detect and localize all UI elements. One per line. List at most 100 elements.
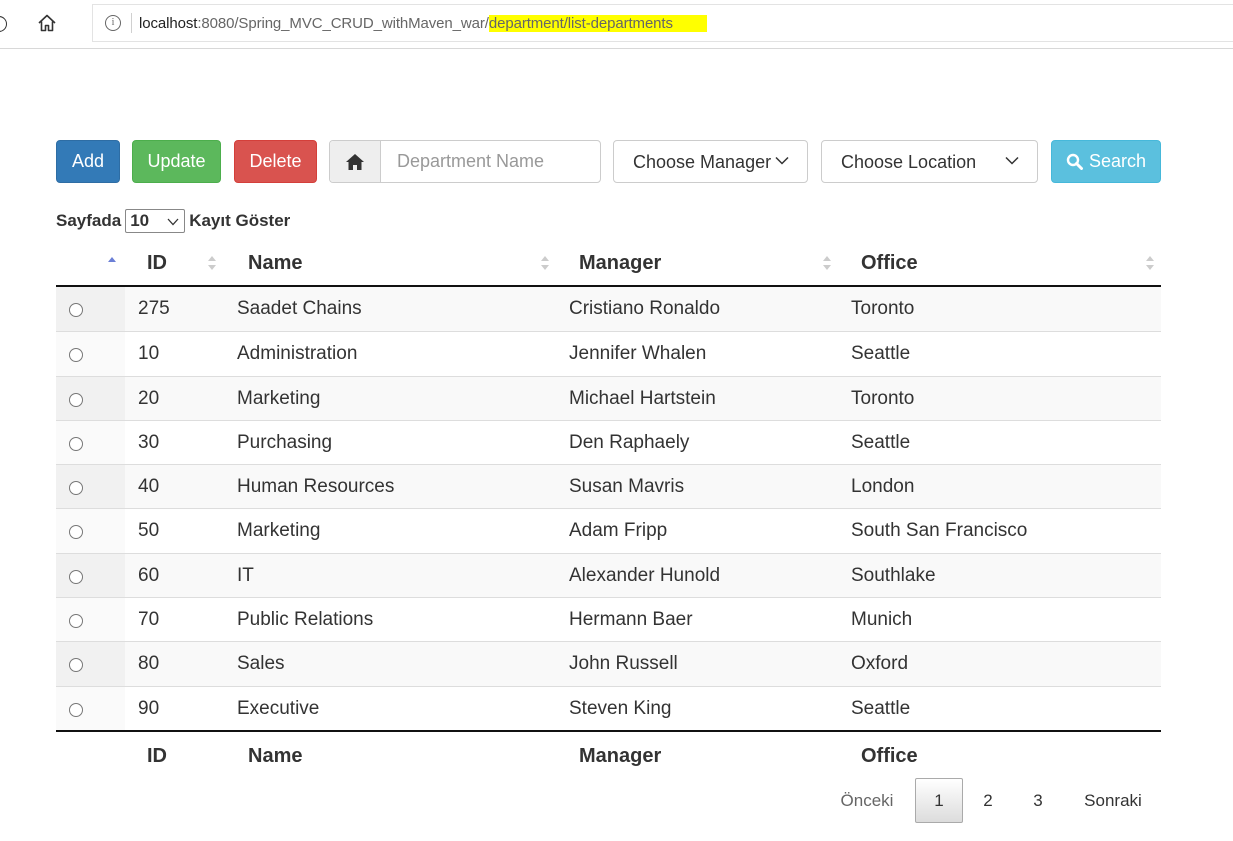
row-radio[interactable] <box>69 481 83 496</box>
row-radio[interactable] <box>69 702 83 717</box>
table-row[interactable]: 80 Sales John Russell Oxford <box>56 641 1161 686</box>
home-icon[interactable] <box>36 12 58 34</box>
row-radio[interactable] <box>69 658 83 673</box>
reload-icon[interactable] <box>0 16 7 32</box>
cell-name: Human Resources <box>237 476 395 498</box>
chevron-down-icon <box>775 156 789 165</box>
cell-office: London <box>851 476 915 498</box>
chevron-down-icon <box>1005 156 1019 165</box>
cell-manager: Hermann Baer <box>569 609 693 631</box>
column-header-office[interactable]: Office <box>861 252 918 275</box>
sort-icon[interactable] <box>1146 254 1154 272</box>
cell-office: Seattle <box>851 431 911 453</box>
table-row[interactable]: 275 Saadet Chains Cristiano Ronaldo Toro… <box>56 287 1161 332</box>
row-select-cell <box>56 376 125 420</box>
cell-manager: Cristiano Ronaldo <box>569 298 721 319</box>
sort-asc-icon[interactable] <box>108 254 116 272</box>
cell-name: Purchasing <box>237 431 333 453</box>
sort-icon[interactable] <box>541 254 549 272</box>
page-2-button[interactable]: 2 <box>968 778 1008 823</box>
cell-id: 60 <box>138 564 160 586</box>
row-select-cell <box>56 598 125 642</box>
cell-manager: Den Raphaely <box>569 431 690 453</box>
cell-office: Toronto <box>851 298 915 319</box>
browser-bar: i localhost:8080/Spring_MVC_CRUD_withMav… <box>0 0 1233 49</box>
update-button-label: Update <box>147 151 206 171</box>
address-bar[interactable]: i localhost:8080/Spring_MVC_CRUD_withMav… <box>92 4 1233 42</box>
table-row[interactable]: 50 Marketing Adam Fripp South San Franci… <box>56 508 1161 553</box>
footer-manager: Manager <box>579 744 662 767</box>
delete-button-label: Delete <box>249 151 302 171</box>
row-select-cell <box>56 332 125 376</box>
row-radio[interactable] <box>69 525 83 540</box>
row-radio[interactable] <box>69 614 83 629</box>
row-select-cell <box>56 509 125 553</box>
url-text[interactable]: localhost:8080/Spring_MVC_CRUD_withMaven… <box>139 15 707 32</box>
cell-id: 30 <box>138 431 160 453</box>
add-button[interactable]: Add <box>56 140 120 183</box>
row-select-cell <box>56 686 125 730</box>
info-icon[interactable]: i <box>105 15 121 31</box>
table-body: 275 Saadet Chains Cristiano Ronaldo Toro… <box>56 287 1161 730</box>
url-path: :8080/Spring_MVC_CRUD_withMaven_war/ <box>197 15 489 32</box>
cell-name: Executive <box>237 697 320 719</box>
table-row[interactable]: 90 Executive Steven King Seattle <box>56 685 1161 730</box>
location-select[interactable]: Choose Location <box>821 140 1038 183</box>
cell-manager: Steven King <box>569 697 672 719</box>
table-row[interactable]: 30 Purchasing Den Raphaely Seattle <box>56 419 1161 465</box>
column-header-name[interactable]: Name <box>248 252 302 275</box>
cell-id: 20 <box>138 387 160 409</box>
table-row[interactable]: 40 Human Resources Susan Mavris London <box>56 464 1161 509</box>
cell-id: 90 <box>138 697 160 719</box>
cell-name: IT <box>237 564 254 586</box>
sort-icon[interactable] <box>208 254 216 272</box>
cell-manager: Jennifer Whalen <box>569 343 707 365</box>
home-addon <box>330 141 381 182</box>
table-row[interactable]: 70 Public Relations Hermann Baer Munich <box>56 597 1161 642</box>
previous-page-button[interactable]: Önceki <box>826 778 908 823</box>
page-3-button[interactable]: 3 <box>1018 778 1058 823</box>
chevron-down-icon <box>167 218 179 226</box>
search-button-label: Search <box>1088 151 1147 171</box>
cell-id: 50 <box>138 520 160 542</box>
table-header: ID Name Manager Office <box>56 244 1161 287</box>
footer-office: Office <box>861 744 918 767</box>
row-radio[interactable] <box>69 348 83 363</box>
cell-office: Oxford <box>851 653 909 675</box>
cell-manager: Adam Fripp <box>569 520 668 542</box>
column-header-manager[interactable]: Manager <box>579 252 661 275</box>
row-radio[interactable] <box>69 392 83 407</box>
cell-id: 40 <box>138 476 160 498</box>
cell-office: Southlake <box>851 564 936 586</box>
update-button[interactable]: Update <box>132 140 221 183</box>
cell-manager: Alexander Hunold <box>569 564 721 586</box>
row-radio[interactable] <box>69 436 83 451</box>
table-row[interactable]: 60 IT Alexander Hunold Southlake <box>56 552 1161 598</box>
sort-icon[interactable] <box>823 254 831 272</box>
delete-button[interactable]: Delete <box>234 140 317 183</box>
footer-id: ID <box>147 744 167 767</box>
cell-id: 80 <box>138 653 160 675</box>
cell-name: Public Relations <box>237 609 374 631</box>
url-highlight: department/list-departments <box>488 15 707 32</box>
cell-manager: Michael Hartstein <box>569 387 716 409</box>
row-select-cell <box>56 420 125 465</box>
manager-select[interactable]: Choose Manager <box>613 140 808 183</box>
table-row[interactable]: 10 Administration Jennifer Whalen Seattl… <box>56 331 1161 376</box>
url-host: localhost <box>139 15 198 32</box>
row-select-cell <box>56 465 125 509</box>
page-length-control: Sayfada 10 Kayıt Göster <box>56 209 290 233</box>
table-row[interactable]: 20 Marketing Michael Hartstein Toronto <box>56 375 1161 420</box>
page-1-button[interactable]: 1 <box>915 778 963 823</box>
next-page-button[interactable]: Sonraki <box>1070 778 1156 823</box>
row-select-cell <box>56 287 125 332</box>
row-radio[interactable] <box>69 569 83 584</box>
cell-office: Seattle <box>851 697 911 719</box>
search-button[interactable]: Search <box>1051 140 1161 183</box>
row-radio[interactable] <box>69 303 83 317</box>
cell-office: South San Francisco <box>851 520 1028 542</box>
department-name-input[interactable] <box>381 141 599 182</box>
cell-name: Sales <box>237 653 285 675</box>
column-header-id[interactable]: ID <box>147 252 167 275</box>
page-length-select[interactable]: 10 <box>125 209 186 233</box>
